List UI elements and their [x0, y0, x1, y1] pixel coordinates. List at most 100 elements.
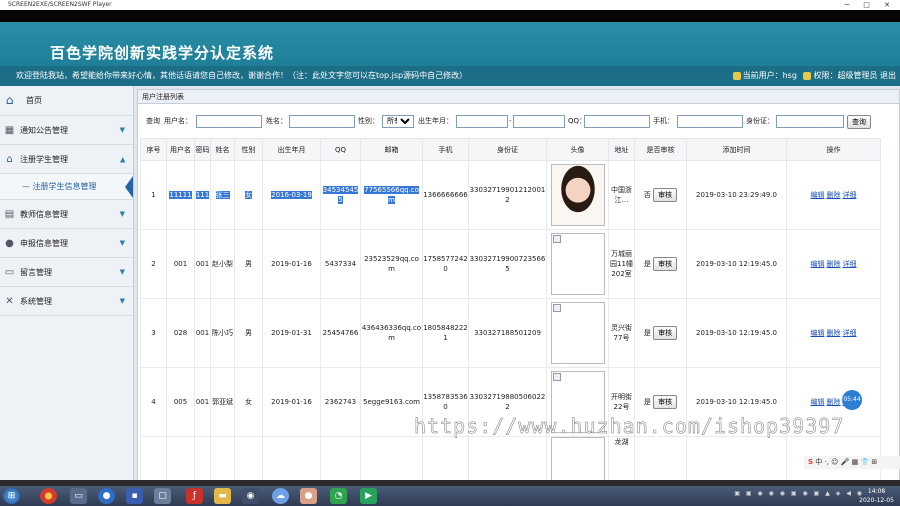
cell-no: 3	[140, 298, 167, 368]
sogou-ime-icon: S	[808, 458, 814, 466]
window-controls[interactable]: ─ □ ✕	[845, 0, 896, 10]
user-icon	[732, 71, 741, 80]
ime-status: 中 ·, ☺ 🎤 ▦ 👕 ⊞	[815, 458, 878, 466]
qq-icon[interactable]: ◉	[242, 488, 259, 504]
delete-link[interactable]: 删除	[827, 191, 841, 199]
table-row[interactable]: 1 11111 111 张三女 2016-03-19 345345455 77565566q…	[140, 160, 881, 230]
sidebar-item-notices[interactable]: ▦ 通知公告管理 ▼	[0, 116, 133, 145]
wechat-icon[interactable]: ◔	[330, 488, 347, 504]
cell-audited: 是 审核	[634, 229, 687, 299]
sidebar-item-applications[interactable]: ● 申报信息管理 ▼	[0, 229, 133, 258]
delete-link[interactable]: 删除	[827, 398, 841, 406]
flash-icon[interactable]: ƒ	[186, 488, 203, 504]
birth-label: 出生年月：	[418, 117, 453, 125]
start-button-icon[interactable]: ⊞	[3, 488, 20, 504]
sidebar-item-teachers[interactable]: ▤ 教师信息管理 ▼	[0, 200, 133, 229]
sidebar-item-label: 通知公告管理	[20, 126, 68, 135]
qq-input[interactable]	[584, 115, 650, 128]
edit-link[interactable]: 编辑	[811, 191, 825, 199]
cell-password: 111	[194, 160, 211, 230]
name-input[interactable]	[289, 115, 355, 128]
photo-icon[interactable]: ●	[300, 488, 317, 504]
detail-link[interactable]: 详细	[843, 191, 857, 199]
cell	[546, 436, 609, 483]
detail-link[interactable]: 详细	[843, 260, 857, 268]
search-button[interactable]: 查询	[847, 115, 871, 129]
audit-button[interactable]: 审核	[653, 257, 678, 271]
sidebar-item-messages[interactable]: ▭ 留言管理 ▼	[0, 258, 133, 287]
delete-link[interactable]: 删除	[827, 329, 841, 337]
system-tray[interactable]: ▣ ▣ ◉ ◉ ◉ ▣ ◉ ▣ ▲ ◈ ◀ ◉	[734, 490, 864, 497]
edit-link[interactable]: 编辑	[811, 398, 825, 406]
birth-separator: -	[509, 117, 512, 125]
folder-icon[interactable]: ▬	[214, 488, 231, 504]
gender-select[interactable]: 所有	[382, 115, 414, 128]
phone-input[interactable]	[677, 115, 743, 128]
user-info: 当前用户：hsg 权限：超级管理员 退出	[729, 66, 896, 86]
chevron-down-icon: ▼	[119, 210, 125, 218]
cell-phone: 18058482221	[422, 298, 469, 368]
recorder-icon[interactable]: ▶	[360, 488, 377, 504]
username-input[interactable]	[196, 115, 262, 128]
broken-image-icon	[552, 304, 561, 312]
logout-link[interactable]: 退出	[880, 71, 896, 80]
ime-toolbar[interactable]: S 中 ·, ☺ 🎤 ▦ 👕 ⊞	[804, 456, 900, 469]
cell	[194, 436, 211, 483]
cell	[140, 436, 167, 483]
column-header: 头像	[546, 138, 609, 161]
sidebar-item-students[interactable]: ⌂ 注册学生管理 ▼	[0, 145, 133, 174]
avatar-photo[interactable]	[550, 164, 605, 226]
broken-image-icon[interactable]	[550, 233, 605, 295]
broken-image-icon[interactable]	[550, 302, 605, 364]
chevron-down-icon: ▼	[119, 126, 125, 134]
cell-birth: 2019-01-16	[262, 229, 321, 299]
tools-icon: ✕	[5, 296, 14, 307]
birth-from-input[interactable]	[456, 115, 508, 128]
audit-button[interactable]: 审核	[653, 395, 678, 409]
edit-link[interactable]: 编辑	[811, 260, 825, 268]
idcard-input[interactable]	[776, 115, 844, 128]
cell-operations: 编辑删除详细	[786, 229, 881, 299]
cell-photo	[546, 229, 609, 299]
watermark: https://www.huzhan.com/ishop39397	[414, 414, 845, 439]
cell	[686, 436, 787, 483]
detail-link[interactable]: 详细	[843, 329, 857, 337]
chrome-icon[interactable]	[40, 488, 57, 504]
terminal-icon[interactable]: ▭	[70, 488, 87, 504]
table-row-partial[interactable]: 龙湖	[140, 436, 881, 483]
edit-link[interactable]: 编辑	[811, 329, 825, 337]
table-row[interactable]: 3 028 001 陈小巧男 2019-01-31 25454766 436436336qq…	[140, 298, 881, 368]
query-label: 查询	[146, 117, 160, 125]
sidebar-subitem-student-info[interactable]: — 注册学生信息管理	[0, 174, 133, 200]
cell-password: 001	[194, 367, 211, 437]
cell	[210, 436, 235, 483]
cloud-icon[interactable]: ☁	[272, 488, 289, 504]
column-header: 用户名	[166, 138, 195, 161]
cell-address: 中国浙江…	[608, 160, 635, 230]
app-icon[interactable]: ▪	[126, 488, 143, 504]
cell-idcard: 330327188501209	[468, 298, 547, 368]
cell-email: 77565566qq.com	[360, 160, 423, 230]
sidebar-item-label: 注册学生管理	[20, 155, 68, 164]
cell-audited: 是 审核	[634, 298, 687, 368]
cell-username: 028	[166, 298, 195, 368]
taskbar-clock[interactable]: 14:08 2020-12-05	[859, 487, 894, 505]
cell-photo	[546, 298, 609, 368]
chevron-down-icon: ▼	[119, 268, 125, 276]
app-title: 百色学院创新实践学分认定系统	[50, 44, 275, 62]
browser-icon[interactable]: ●	[98, 488, 115, 504]
column-header: 姓名	[210, 138, 235, 161]
cell-idcard: 330327199012120012	[468, 160, 547, 230]
audit-button[interactable]: 审核	[653, 188, 678, 202]
file-icon[interactable]: ▢	[154, 488, 171, 504]
sidebar-item-system[interactable]: ✕ 系统管理 ▼	[0, 287, 133, 316]
permission: 权限：超级管理员	[813, 71, 878, 80]
sidebar-item-label: 留言管理	[20, 268, 52, 277]
delete-link[interactable]: 删除	[827, 260, 841, 268]
sidebar-item-home[interactable]: ⌂ 首页	[0, 86, 133, 116]
cell-qq: 345345455	[320, 160, 361, 230]
audit-button[interactable]: 审核	[653, 326, 678, 340]
broken-image-icon[interactable]	[550, 437, 605, 483]
birth-to-input[interactable]	[513, 115, 565, 128]
table-row[interactable]: 2 001 001 赵小梨男 2019-01-16 5437334 23523529qq.c…	[140, 229, 881, 299]
